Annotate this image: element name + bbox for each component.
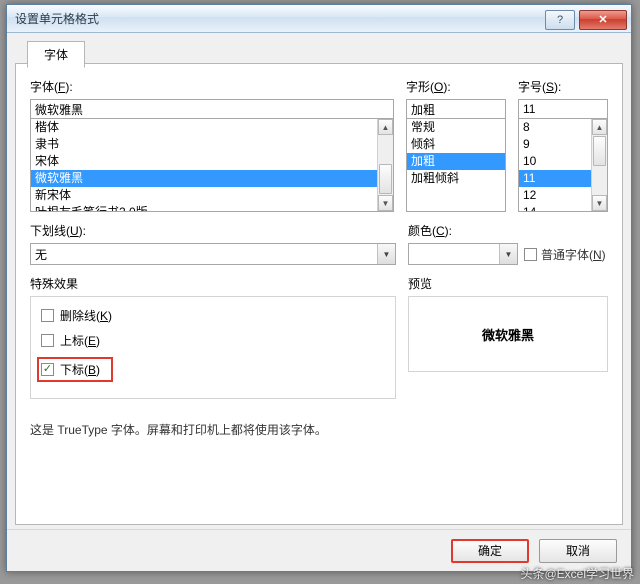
underline-label: 下划线(U): [30,222,396,239]
normal-font-label: 普通字体(N) [541,246,606,263]
superscript-checkbox[interactable]: 上标(E) [41,332,385,349]
style-option[interactable]: 加粗倾斜 [407,170,505,187]
size-option[interactable]: 8 [519,119,591,136]
superscript-label: 上标(E) [60,332,100,349]
window-buttons: ? ✕ [545,8,631,30]
strikethrough-label: 删除线(K) [60,307,112,324]
cancel-button[interactable]: 取消 [539,539,617,563]
scroll-down-icon[interactable]: ▼ [378,195,393,211]
font-option[interactable]: 叶根友毛笔行书2.0版 [31,204,377,212]
scroll-thumb[interactable] [593,136,606,166]
client-area: 字体 字体(F): 微软雅黑 楷体 隶书 宋体 微软雅黑 新宋体 叶根友毛笔行书… [15,41,623,525]
size-listbox[interactable]: 8 9 10 11 12 14 ▲ ▼ [518,118,608,212]
checkbox-icon [524,248,537,261]
help-button[interactable]: ? [545,10,575,30]
strikethrough-checkbox[interactable]: 删除线(K) [41,307,385,324]
style-input[interactable]: 加粗 [406,99,506,119]
font-option[interactable]: 隶书 [31,136,377,153]
tab-font[interactable]: 字体 [27,41,85,68]
font-input[interactable]: 微软雅黑 [30,99,394,119]
size-option[interactable]: 11 [519,170,591,187]
subscript-label: 下标(B) [60,361,100,378]
ok-button[interactable]: 确定 [451,539,529,563]
style-option[interactable]: 常规 [407,119,505,136]
watermark: 头条@Excel学习世界 [520,565,634,582]
effects-group: 删除线(K) 上标(E) 下标(B) [30,296,396,399]
font-option[interactable]: 新宋体 [31,187,377,204]
effects-label: 特殊效果 [30,275,396,292]
scroll-up-icon[interactable]: ▲ [592,119,607,135]
scroll-up-icon[interactable]: ▲ [378,119,393,135]
color-label: 颜色(C): [408,222,608,239]
size-option[interactable]: 12 [519,187,591,204]
font-option[interactable]: 楷体 [31,119,377,136]
subscript-checkbox[interactable]: 下标(B) [37,357,113,382]
size-input[interactable]: 11 [518,99,608,119]
checkbox-icon [41,309,54,322]
style-listbox[interactable]: 常规 倾斜 加粗 加粗倾斜 [406,118,506,212]
font-listbox[interactable]: 楷体 隶书 宋体 微软雅黑 新宋体 叶根友毛笔行书2.0版 ▲ ▼ [30,118,394,212]
underline-value: 无 [31,246,377,263]
font-option[interactable]: 微软雅黑 [31,170,377,187]
preview-box: 微软雅黑 [408,296,608,372]
close-button[interactable]: ✕ [579,10,627,30]
chevron-down-icon[interactable]: ▼ [499,244,517,264]
style-option[interactable]: 加粗 [407,153,505,170]
font-scrollbar[interactable]: ▲ ▼ [377,119,393,211]
color-dropdown[interactable]: ▼ [408,243,518,265]
normal-font-checkbox[interactable]: 普通字体(N) [524,246,606,263]
titlebar[interactable]: 设置单元格格式 ? ✕ [7,5,631,33]
checkbox-icon [41,334,54,347]
style-label: 字形(O): [406,78,506,95]
format-cells-dialog: 设置单元格格式 ? ✕ 字体 字体(F): 微软雅黑 楷体 隶书 宋体 微软雅黑 [6,4,632,572]
window-title: 设置单元格格式 [15,10,99,27]
underline-dropdown[interactable]: 无 ▼ [30,243,396,265]
size-option[interactable]: 14 [519,204,591,212]
checkbox-checked-icon [41,363,54,376]
chevron-down-icon[interactable]: ▼ [377,244,395,264]
size-scrollbar[interactable]: ▲ ▼ [591,119,607,211]
scroll-thumb[interactable] [379,164,392,194]
truetype-note: 这是 TrueType 字体。屏幕和打印机上都将使用该字体。 [30,421,608,438]
size-option[interactable]: 10 [519,153,591,170]
font-option[interactable]: 宋体 [31,153,377,170]
preview-sample: 微软雅黑 [482,325,534,344]
preview-label: 预览 [408,275,608,292]
size-label: 字号(S): [518,78,608,95]
scroll-down-icon[interactable]: ▼ [592,195,607,211]
style-option[interactable]: 倾斜 [407,136,505,153]
size-option[interactable]: 9 [519,136,591,153]
font-label: 字体(F): [30,78,394,95]
font-panel: 字体(F): 微软雅黑 楷体 隶书 宋体 微软雅黑 新宋体 叶根友毛笔行书2.0… [15,63,623,525]
